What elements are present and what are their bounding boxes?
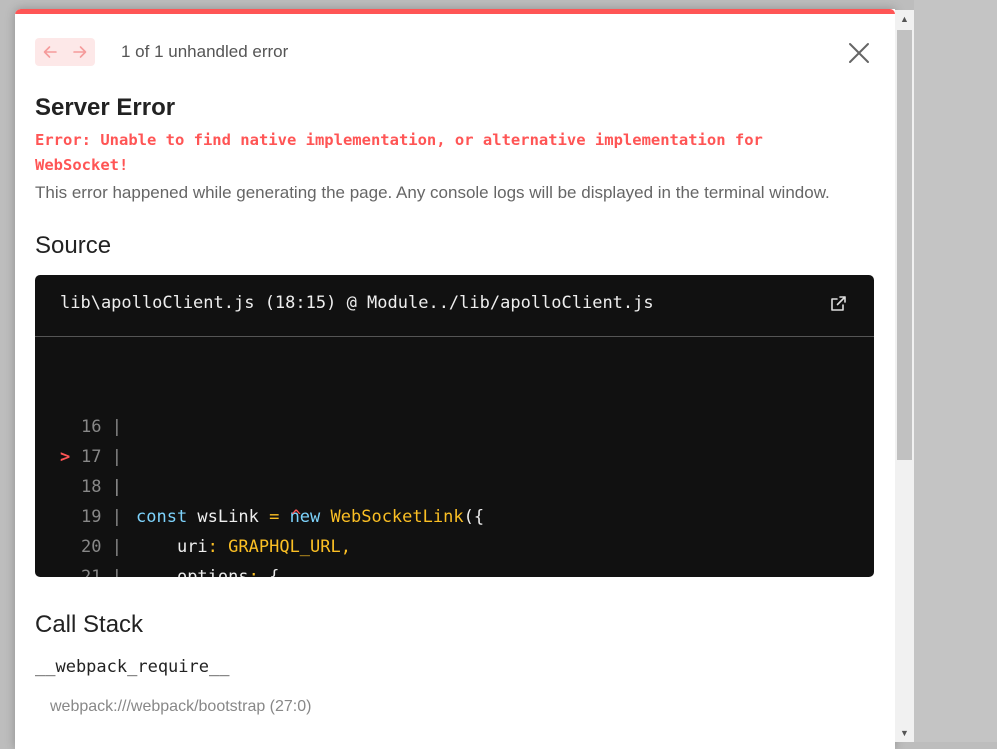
error-dialog: 1 of 1 unhandled error Server Error Erro… [15, 9, 895, 749]
code-line: 19 | uri: GRAPHQL_URL, [35, 472, 874, 557]
code-line: 20 | options: { [35, 502, 874, 577]
close-button[interactable] [845, 39, 873, 67]
code-frame: lib\apolloClient.js (18:15) @ Module../l… [35, 275, 874, 577]
error-description: This error happened while generating the… [35, 183, 830, 202]
call-stack-heading: Call Stack [35, 611, 144, 638]
code-line-caret: | ^ [35, 442, 874, 527]
scrollbar-thumb[interactable] [897, 30, 912, 460]
open-in-editor-button[interactable] [829, 295, 847, 318]
scrollbar[interactable]: ▲ ▼ [895, 10, 914, 742]
error-title: Server Error [35, 94, 176, 121]
close-icon [849, 43, 869, 63]
code-line: 16 | [35, 352, 874, 437]
backdrop [914, 0, 997, 742]
error-message: Error: Unable to find native implementat… [35, 131, 763, 174]
scroll-down-arrow-icon[interactable]: ▼ [895, 724, 914, 742]
scroll-up-arrow-icon[interactable]: ▲ [895, 10, 914, 28]
stack-frame-location[interactable]: webpack:///webpack/bootstrap (27:0) [50, 698, 311, 716]
code-frame-header: lib\apolloClient.js (18:15) @ Module../l… [35, 275, 874, 337]
code-text: options: { [176, 567, 280, 577]
code-lines: 16 | 17 | > 18 | const wsLink = new WebS… [35, 352, 874, 577]
source-heading: Source [35, 232, 112, 259]
external-link-icon [831, 296, 846, 311]
next-error-button[interactable] [65, 38, 95, 66]
stack-frame-function[interactable]: __webpack_require__ [35, 657, 229, 677]
code-line-highlighted: > 18 | const wsLink = new WebSocketLink(… [35, 412, 874, 527]
error-navigation: 1 of 1 unhandled error [35, 38, 288, 66]
prev-error-button[interactable] [35, 38, 65, 66]
error-count: 1 of 1 unhandled error [121, 42, 289, 61]
line-number: 21 | [81, 567, 122, 577]
code-line: 21 | reconnect: true [35, 532, 874, 577]
arrow-left-icon [43, 46, 57, 58]
nav-button-group [35, 38, 95, 66]
source-file-link[interactable]: lib\apolloClient.js (18:15) @ Module../l… [60, 293, 654, 313]
arrow-right-icon [73, 46, 87, 58]
code-line: 17 | [35, 382, 874, 467]
